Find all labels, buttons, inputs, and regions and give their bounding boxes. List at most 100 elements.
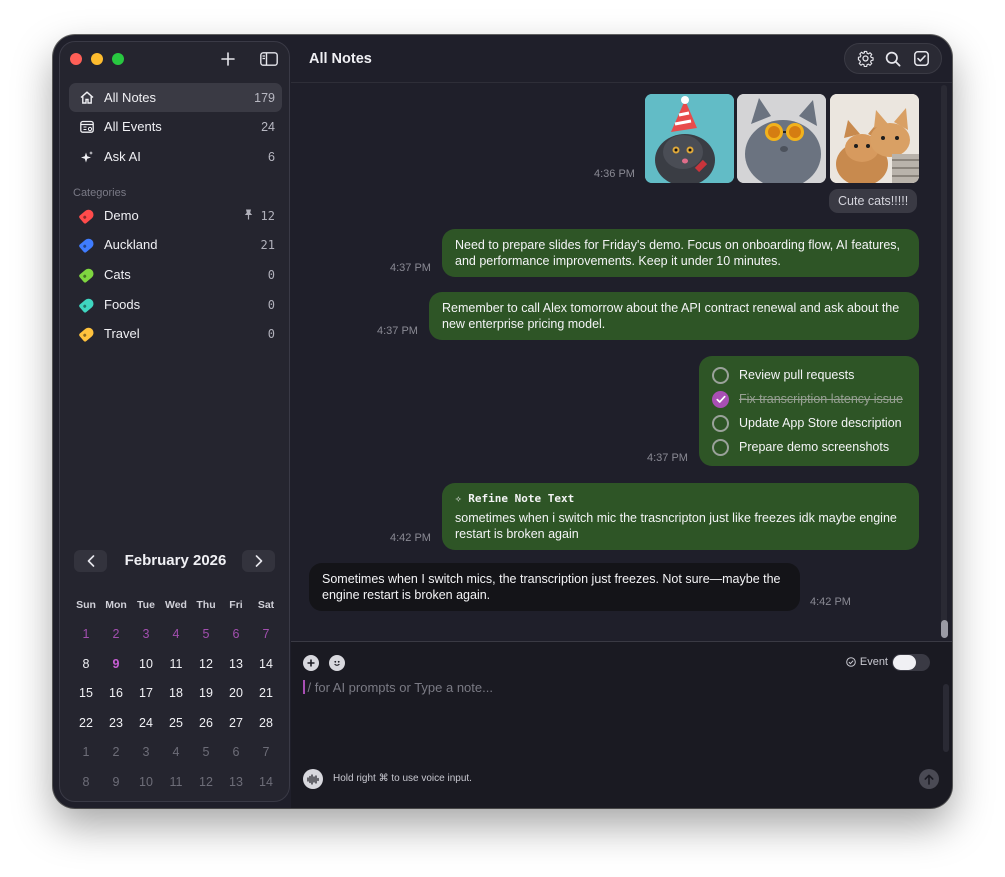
calendar-day[interactable]: 10 <box>131 769 161 795</box>
minimize-window-button[interactable] <box>91 53 103 65</box>
calendar-day[interactable]: 1 <box>71 621 101 647</box>
checked-circle-icon[interactable] <box>712 390 729 408</box>
tag-icon <box>77 325 97 342</box>
calendar-day[interactable]: 2 <box>101 739 131 765</box>
toggle-sidebar-button[interactable] <box>258 48 280 70</box>
calendar-day[interactable]: 5 <box>191 739 221 765</box>
composer-scrollbar[interactable] <box>943 684 949 752</box>
calendar-day-number: 4 <box>172 627 180 642</box>
sidebar-item-all-events[interactable]: All Events 24 <box>69 112 282 141</box>
todo-text: Fix transcription latency issue <box>739 392 903 406</box>
calendar-day[interactable]: 22 <box>71 710 101 736</box>
calendar-day-today[interactable]: 9 <box>101 650 131 677</box>
calendar-month-title: February 2026 <box>124 552 227 569</box>
calendar-day[interactable]: 10 <box>131 651 161 677</box>
sidebar-item-label: All Notes <box>104 90 157 105</box>
todo-bubble[interactable]: Review pull requests Fix transcription l… <box>699 356 919 466</box>
calendar-day[interactable]: 13 <box>221 651 251 677</box>
voice-input-button[interactable] <box>303 769 323 789</box>
calendar-grid: Sun Mon Tue Wed Thu Fri Sat 1 2 3 4 5 6 7 8 9 10 11 12 13 14… <box>71 590 281 797</box>
cat-photo-sunglasses[interactable] <box>737 94 826 183</box>
cat-photo-party-hat[interactable] <box>645 94 734 183</box>
send-button[interactable] <box>919 769 939 789</box>
calendar-day[interactable]: 17 <box>131 680 161 706</box>
calendar-day[interactable]: 19 <box>191 680 221 706</box>
check-circle-icon <box>846 657 856 667</box>
ai-refine-bubble[interactable]: ✧ Refine Note Text sometimes when i swit… <box>442 483 919 550</box>
calendar-day[interactable]: 21 <box>251 680 281 706</box>
image-caption[interactable]: Cute cats!!!!! <box>829 189 918 213</box>
calendar-day-number: 12 <box>199 774 213 789</box>
calendar-day[interactable]: 5 <box>191 621 221 647</box>
sidebar-item-cats[interactable]: Cats 0 <box>69 260 282 289</box>
calendar-day[interactable]: 12 <box>191 651 221 677</box>
calendar-day[interactable]: 15 <box>71 680 101 706</box>
calendar-day[interactable]: 8 <box>71 769 101 795</box>
calendar-day[interactable]: 4 <box>161 621 191 647</box>
calendar-day[interactable]: 2 <box>101 621 131 647</box>
calendar-day[interactable]: 7 <box>251 621 281 647</box>
note-bubble[interactable]: Remember to call Alex tomorrow about the… <box>429 292 919 340</box>
calendar-day[interactable]: 3 <box>131 739 161 765</box>
calendar-day[interactable]: 16 <box>101 680 131 706</box>
calendar-day[interactable]: 13 <box>221 769 251 795</box>
messages-scrollbar-track[interactable] <box>941 85 947 637</box>
sidebar-item-travel[interactable]: Travel 0 <box>69 319 282 348</box>
todo-item[interactable]: Update App Store description <box>712 411 906 435</box>
new-note-button[interactable] <box>217 48 239 70</box>
ai-result-bubble[interactable]: Sometimes when I switch mics, the transc… <box>309 563 800 611</box>
calendar-day[interactable]: 6 <box>221 739 251 765</box>
settings-button[interactable] <box>854 48 876 70</box>
calendar-day[interactable]: 23 <box>101 710 131 736</box>
calendar-day[interactable]: 27 <box>221 710 251 736</box>
calendar-day[interactable]: 14 <box>251 769 281 795</box>
calendar-day[interactable]: 7 <box>251 739 281 765</box>
messages-scrollbar-thumb[interactable] <box>941 620 948 638</box>
todo-item[interactable]: Prepare demo screenshots <box>712 435 906 459</box>
sidebar-item-count: 0 <box>267 267 275 282</box>
calendar-next-button[interactable] <box>242 550 275 572</box>
calendar-day[interactable]: 4 <box>161 739 191 765</box>
emoji-button[interactable] <box>329 655 345 671</box>
maximize-window-button[interactable] <box>112 53 124 65</box>
message-time: 4:37 PM <box>647 452 688 464</box>
calendar-day[interactable]: 11 <box>161 769 191 795</box>
calendar-day[interactable]: 26 <box>191 710 221 736</box>
sidebar-item-foods[interactable]: Foods 0 <box>69 290 282 319</box>
note-bubble[interactable]: Need to prepare slides for Friday's demo… <box>442 229 919 277</box>
cat-photo-kittens[interactable] <box>830 94 919 183</box>
plus-icon <box>307 659 315 667</box>
calendar-day[interactable]: 28 <box>251 710 281 736</box>
unchecked-circle-icon[interactable] <box>712 438 729 456</box>
calendar-day[interactable]: 9 <box>101 769 131 795</box>
sidebar-item-demo[interactable]: Demo 12 <box>69 201 282 230</box>
todo-item[interactable]: Fix transcription latency issue <box>712 387 906 411</box>
sidebar-item-ask-ai[interactable]: Ask AI 6 <box>69 142 282 171</box>
calendar-day[interactable]: 6 <box>221 621 251 647</box>
unchecked-circle-icon[interactable] <box>712 414 729 432</box>
todo-item[interactable]: Review pull requests <box>712 363 906 387</box>
calendar-day-number: 21 <box>259 686 273 701</box>
calendar-day[interactable]: 11 <box>161 651 191 677</box>
calendar-day[interactable]: 12 <box>191 769 221 795</box>
calendar-day[interactable]: 14 <box>251 651 281 677</box>
add-attachment-button[interactable] <box>303 655 319 671</box>
calendar-day[interactable]: 8 <box>71 651 101 677</box>
note-input[interactable]: / for AI prompts or Type a note... <box>303 680 493 695</box>
sidebar-item-auckland[interactable]: Auckland 21 <box>69 230 282 259</box>
calendar-day[interactable]: 3 <box>131 621 161 647</box>
event-toggle[interactable] <box>892 654 930 671</box>
message-time: 4:42 PM <box>390 532 431 544</box>
calendar-day[interactable]: 24 <box>131 710 161 736</box>
calendar-day[interactable]: 18 <box>161 680 191 706</box>
calendar-day[interactable]: 20 <box>221 680 251 706</box>
calendar-day[interactable]: 1 <box>71 739 101 765</box>
calendar-day[interactable]: 25 <box>161 710 191 736</box>
calendar-prev-button[interactable] <box>74 550 107 572</box>
tasks-button[interactable] <box>910 48 932 70</box>
search-button[interactable] <box>882 48 904 70</box>
close-window-button[interactable] <box>70 53 82 65</box>
categories-header: Categories <box>73 187 127 199</box>
unchecked-circle-icon[interactable] <box>712 366 729 384</box>
sidebar-item-all-notes[interactable]: All Notes 179 <box>69 83 282 112</box>
